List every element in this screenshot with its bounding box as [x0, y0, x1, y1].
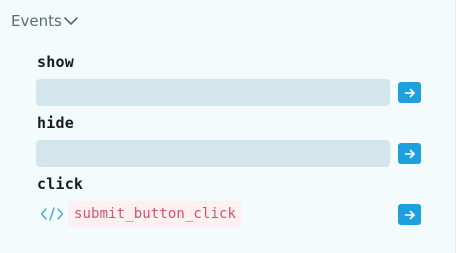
chevron-down-icon[interactable] [63, 11, 79, 31]
hide-event-input[interactable] [36, 140, 390, 167]
click-event-go-button[interactable] [398, 204, 421, 225]
arrow-right-icon [404, 88, 415, 97]
arrow-right-icon [404, 210, 415, 219]
show-event-go-button[interactable] [398, 82, 421, 103]
hide-event-go-button[interactable] [398, 143, 421, 164]
show-event-input[interactable] [36, 79, 390, 106]
arrow-right-icon [404, 149, 415, 158]
event-label-show: show [37, 53, 74, 71]
code-icon [40, 206, 64, 222]
click-handler-name[interactable]: submit_button_click [68, 201, 243, 227]
event-label-click: click [37, 175, 84, 193]
events-section-header[interactable]: Events [11, 11, 79, 31]
click-handler-row: submit_button_click [40, 201, 243, 227]
events-panel: Events show hide click submit_button_cli… [0, 0, 456, 253]
events-section-title: Events [11, 12, 62, 30]
event-label-hide: hide [37, 114, 74, 132]
